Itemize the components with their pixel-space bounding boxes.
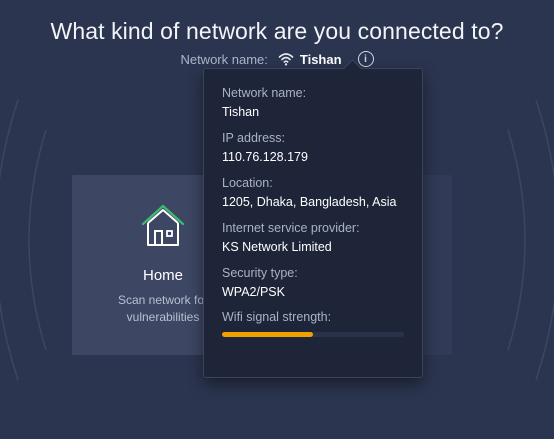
signal-strength-bar: [222, 332, 404, 337]
tooltip-field-ip-address: IP address: 110.76.128.179: [222, 130, 404, 166]
field-label: Internet service provider:: [222, 221, 360, 235]
signal-strength-fill: [222, 332, 313, 337]
signal-strength-label: Wifi signal strength:: [222, 310, 332, 324]
field-value: WPA2/PSK: [222, 285, 285, 299]
home-icon: [141, 204, 185, 246]
field-value: 1205, Dhaka, Bangladesh, Asia: [222, 195, 397, 209]
field-label: IP address:: [222, 131, 286, 145]
network-name-row: Network name: Tishan i: [0, 51, 554, 67]
page-title: What kind of network are you connected t…: [50, 18, 504, 44]
network-name-label: Network name:: [180, 51, 268, 67]
field-value: 110.76.128.179: [222, 150, 308, 164]
network-info-tooltip: Network name: Tishan IP address: 110.76.…: [203, 68, 423, 378]
field-label: Security type:: [222, 266, 298, 280]
info-icon[interactable]: i: [357, 51, 374, 67]
tooltip-field-security-type: Security type: WPA2/PSK: [222, 265, 404, 301]
field-value: KS Network Limited: [222, 240, 332, 254]
tooltip-field-isp: Internet service provider: KS Network Li…: [222, 220, 404, 256]
field-label: Location:: [222, 176, 273, 190]
wifi-icon: [278, 53, 294, 66]
field-label: Network name:: [222, 86, 307, 100]
field-value: Tishan: [222, 105, 260, 119]
tooltip-field-location: Location: 1205, Dhaka, Bangladesh, Asia: [222, 175, 404, 211]
network-name-value: Tishan: [299, 51, 342, 67]
tooltip-field-network-name: Network name: Tishan: [222, 85, 404, 121]
